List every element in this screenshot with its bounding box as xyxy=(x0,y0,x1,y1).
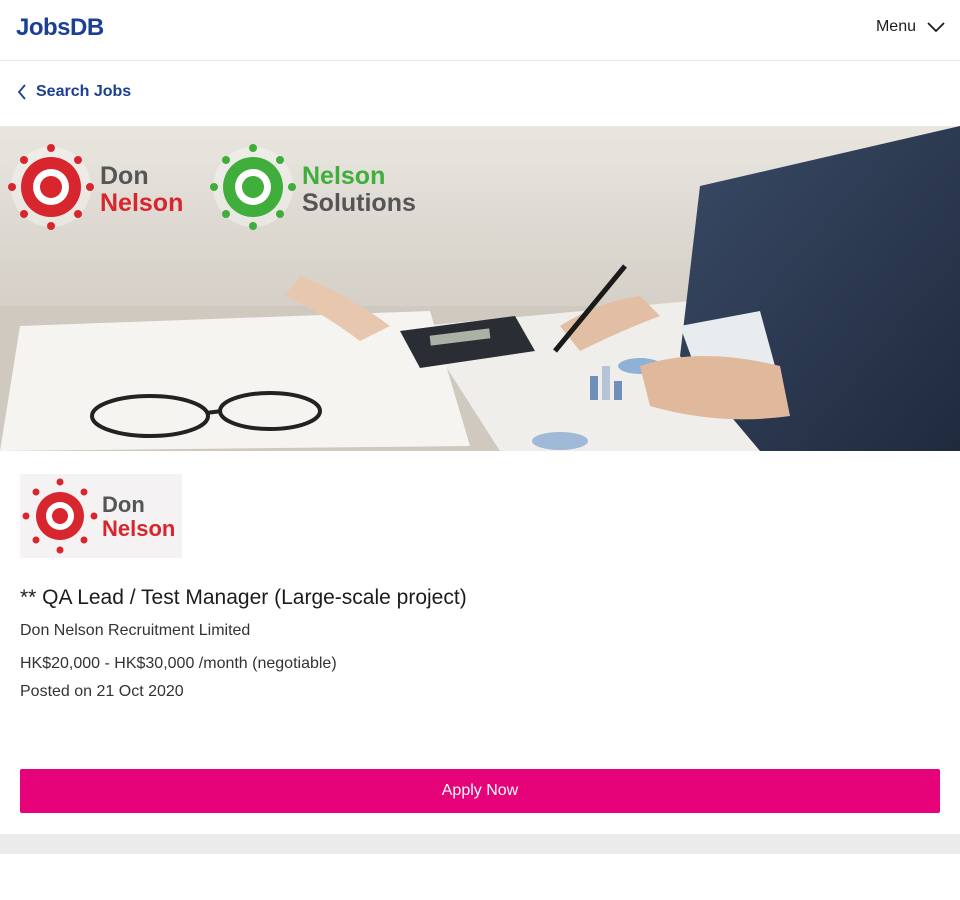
banner-logo2-line1: Nelson xyxy=(302,162,385,190)
banner-logo1-line1: Don xyxy=(100,162,149,190)
company-logo[interactable]: Don Nelson xyxy=(20,474,182,558)
menu-button[interactable]: Menu xyxy=(876,18,946,36)
nelson-solutions-banner-logo: Nelson Solutions xyxy=(210,144,416,230)
banner-logo2-line2: Solutions xyxy=(302,189,416,217)
company-logo-line1: Don xyxy=(102,492,145,517)
apply-now-button[interactable]: Apply Now xyxy=(20,769,940,813)
job-title: ** QA Lead / Test Manager (Large-scale p… xyxy=(20,586,467,609)
back-to-search-link[interactable]: Search Jobs xyxy=(16,82,131,102)
breadcrumb-label: Search Jobs xyxy=(36,83,132,100)
section-divider xyxy=(0,834,960,854)
banner-logo1-line2: Nelson xyxy=(100,189,183,217)
posted-date: Posted on 21 Oct 2020 xyxy=(20,683,184,700)
chevron-left-icon xyxy=(17,84,26,100)
company-name[interactable]: Don Nelson Recruitment Limited xyxy=(20,622,250,640)
company-logo-line2: Nelson xyxy=(102,516,175,541)
jobsdb-logo[interactable]: JobsDB xyxy=(16,14,104,42)
banner-photo: Don Nelson Nelson Solutions xyxy=(0,126,960,451)
salary-range: HK$20,000 - HK$30,000 /month (negotiable… xyxy=(20,655,337,672)
menu-label: Menu xyxy=(875,18,916,35)
top-header: JobsDB Menu xyxy=(0,0,960,61)
chevron-down-icon xyxy=(927,22,945,33)
company-banner: Don Nelson Nelson Solutions xyxy=(0,126,960,451)
don-nelson-banner-logo: Don Nelson xyxy=(8,144,183,230)
